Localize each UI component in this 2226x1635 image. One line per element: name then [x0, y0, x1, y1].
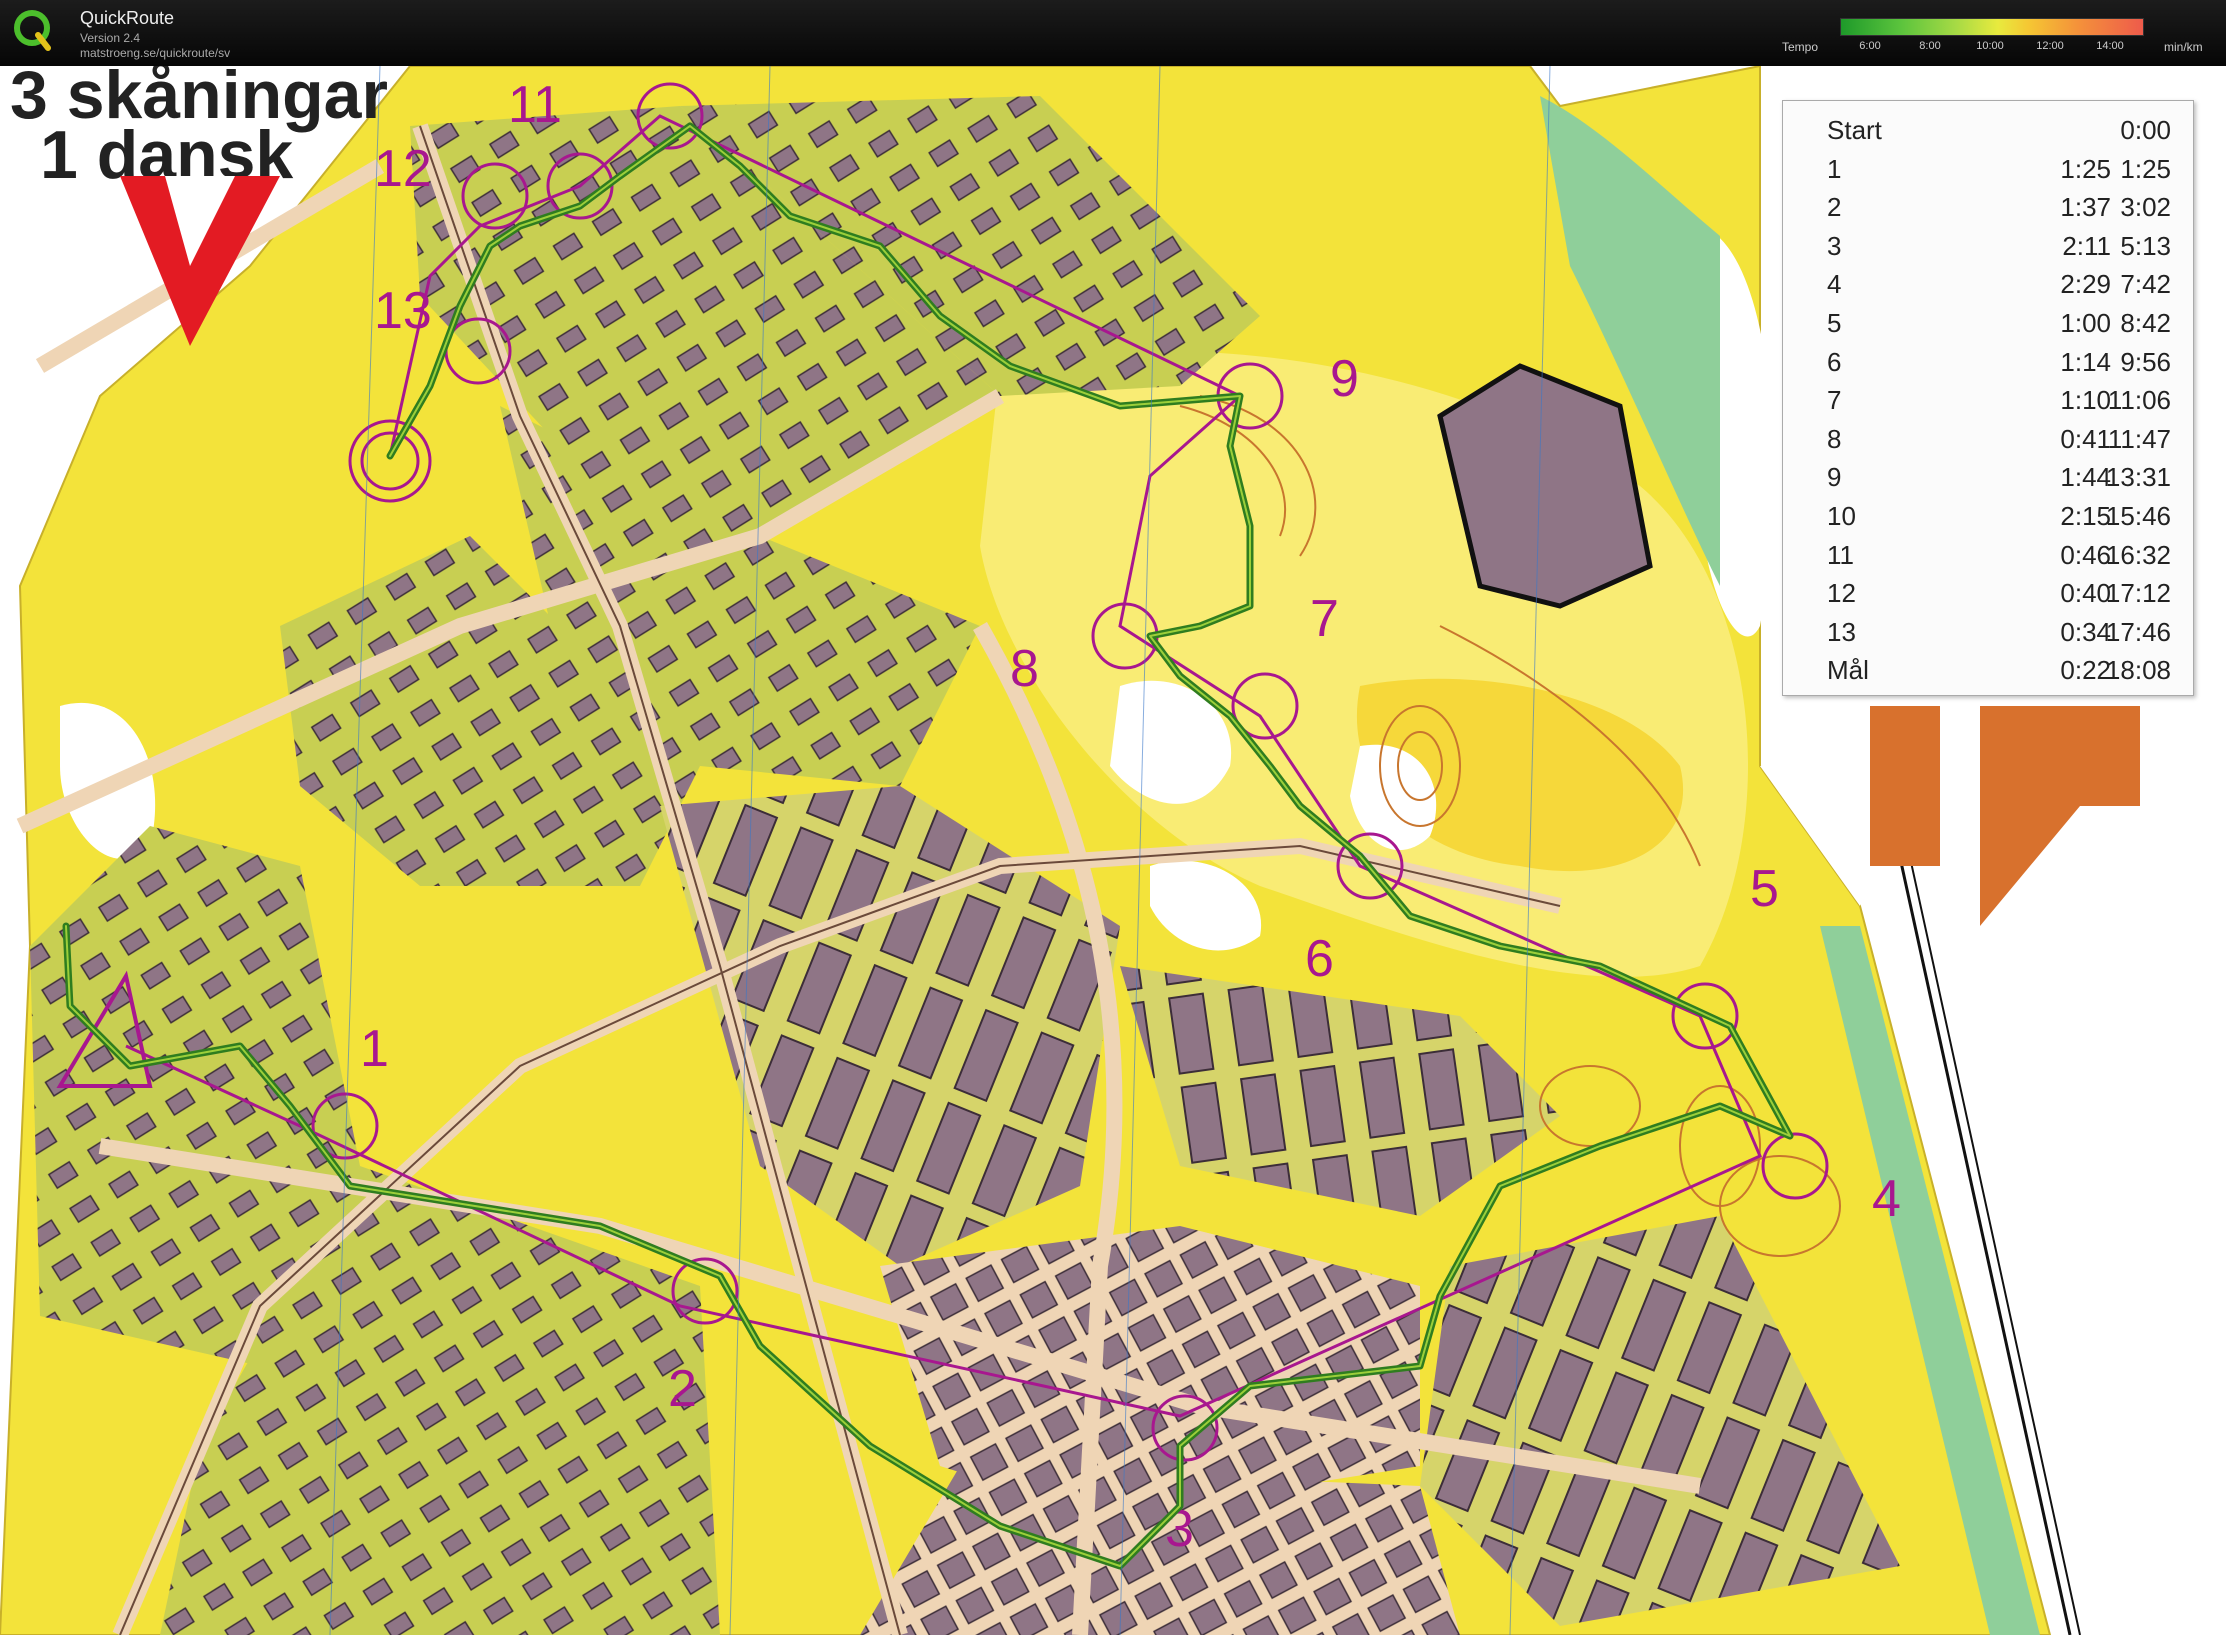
split-control: 6: [1827, 346, 1842, 377]
split-total-time: 13:31: [2105, 462, 2171, 493]
split-row: 12 0:40 17:12: [1783, 578, 2193, 616]
control-number-11: 11: [508, 76, 562, 134]
split-row: 2 1:37 3:02: [1783, 192, 2193, 230]
split-control: 2: [1827, 192, 1842, 223]
split-control: 1: [1827, 153, 1842, 184]
split-leg-time: 1:37: [2060, 192, 2111, 223]
split-row: 6 1:14 9:56: [1783, 347, 2193, 385]
control-number-1: 1: [360, 1020, 389, 1078]
split-total-time: 1:25: [2120, 153, 2171, 184]
split-leg-time: 2:11: [2062, 230, 2111, 261]
split-control: 13: [1827, 616, 1856, 647]
split-total-time: 15:46: [2105, 501, 2171, 531]
split-row: 10 2:15 15:46: [1783, 501, 2193, 539]
split-leg-time: 2:29: [2060, 269, 2111, 300]
split-control: 10: [1827, 501, 1856, 531]
split-total-time: 8:42: [2120, 308, 2171, 338]
split-leg-time: 1:14: [2060, 346, 2111, 377]
app-version: Version 2.4: [80, 31, 141, 45]
split-control: 4: [1827, 269, 1842, 300]
split-leg-time: 0:40: [2060, 578, 2111, 609]
split-control: 5: [1827, 308, 1842, 338]
split-control: 11: [1827, 539, 1854, 570]
split-row: 4 2:29 7:42: [1783, 269, 2193, 307]
split-row: 7 1:10 11:06: [1783, 385, 2193, 423]
split-times-panel: Start 0:00 1 1:25 1:25 2 1:37 3:02 3 2:11 5:13 4 2:2…: [1782, 100, 2194, 696]
split-control: 8: [1827, 423, 1842, 454]
tempo-tick: 10:00: [1976, 40, 2004, 52]
control-number-2: 2: [668, 1360, 697, 1418]
split-control: 9: [1827, 462, 1842, 493]
split-total-time: 0:00: [2120, 115, 2171, 145]
tempo-tick: 6:00: [1859, 40, 1881, 52]
split-row: Start 0:00: [1783, 115, 2193, 153]
split-total-time: 18:08: [2105, 655, 2171, 686]
split-control: 7: [1827, 385, 1842, 416]
control-number-8: 8: [1010, 640, 1039, 698]
split-leg-time: 1:25: [2060, 153, 2111, 184]
split-control: 3: [1827, 230, 1842, 261]
split-leg-time: 0:22: [2060, 655, 2111, 686]
control-number-9: 9: [1330, 350, 1359, 408]
control-number-7: 7: [1310, 590, 1339, 648]
split-control: Mål: [1827, 655, 1869, 686]
control-number-6: 6: [1305, 930, 1334, 988]
control-number-12: 12: [374, 140, 432, 198]
split-total-time: 17:12: [2105, 578, 2171, 609]
split-control: 12: [1827, 578, 1856, 609]
split-row: 3 2:11 5:13: [1783, 231, 2193, 269]
control-number-5: 5: [1750, 860, 1779, 918]
split-total-time: 11:06: [2107, 385, 2171, 416]
sponsor-logo: [1870, 706, 2140, 926]
tempo-tick: 12:00: [2036, 40, 2064, 52]
tempo-ticks: 6:00 8:00 10:00 12:00 14:00: [1840, 40, 2142, 54]
split-leg-time: 0:46: [2060, 539, 2111, 570]
split-leg-time: 1:44: [2060, 462, 2111, 493]
split-row: 1 1:25 1:25: [1783, 154, 2193, 192]
control-number-4: 4: [1872, 1170, 1901, 1228]
split-total-time: 9:56: [2120, 346, 2171, 377]
split-total-time: 7:42: [2120, 269, 2171, 300]
app-header: QuickRoute Version 2.4 matstroeng.se/qui…: [0, 0, 2226, 66]
split-total-time: 11:47: [2107, 423, 2171, 454]
split-row: Mål 0:22 18:08: [1783, 655, 2193, 693]
split-leg-time: 2:15: [2060, 501, 2111, 531]
tempo-tick: 8:00: [1919, 40, 1941, 52]
tempo-color-scale: [1840, 18, 2144, 36]
app-title: QuickRoute: [80, 8, 175, 28]
split-total-time: 3:02: [2120, 192, 2171, 223]
control-number-13: 13: [374, 282, 432, 340]
split-row: 5 1:00 8:42: [1783, 308, 2193, 346]
quickroute-logo-icon: [12, 8, 52, 52]
tempo-unit: min/km: [2164, 40, 2203, 54]
split-total-time: 16:32: [2105, 539, 2171, 570]
split-total-time: 5:13: [2120, 230, 2171, 261]
split-row: 11 0:46 16:32: [1783, 540, 2193, 578]
split-row: 8 0:41 11:47: [1783, 424, 2193, 462]
split-row: 13 0:34 17:46: [1783, 617, 2193, 655]
split-row: 9 1:44 13:31: [1783, 462, 2193, 500]
tempo-tick: 14:00: [2096, 40, 2124, 52]
app-url[interactable]: matstroeng.se/quickroute/sv: [80, 46, 230, 60]
split-leg-time: 0:34: [2060, 616, 2111, 647]
split-leg-time: 0:41: [2060, 423, 2111, 454]
tempo-label: Tempo: [1782, 40, 1819, 54]
split-control: Start: [1827, 115, 1882, 145]
split-leg-time: 1:00: [2060, 308, 2111, 338]
split-leg-time: 1:10: [2060, 385, 2111, 416]
split-total-time: 17:46: [2105, 616, 2171, 647]
